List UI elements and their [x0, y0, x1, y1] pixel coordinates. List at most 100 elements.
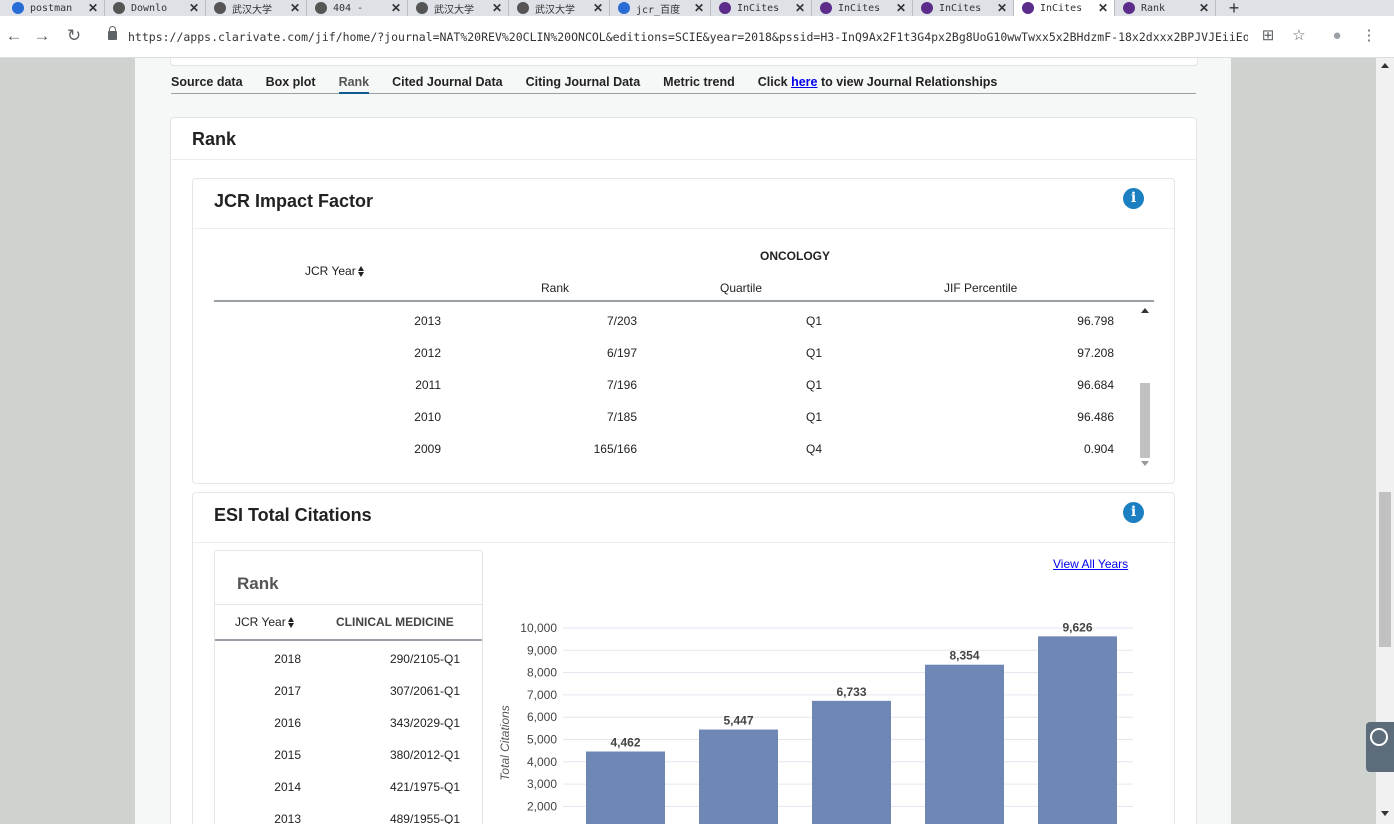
jcr-table-scrollbar[interactable] — [1138, 304, 1152, 472]
close-icon[interactable]: ✕ — [793, 1, 807, 15]
star-icon[interactable]: ☆ — [1289, 26, 1309, 46]
esi-title: ESI Total Citations i — [193, 493, 1174, 543]
tab-favicon-icon — [921, 2, 933, 14]
jcr-year-header[interactable]: JCR Year — [305, 264, 365, 278]
view-all-years-link[interactable]: View All Years — [1053, 557, 1128, 571]
jcr-cell-year: 2009 — [414, 442, 441, 456]
menu-icon[interactable]: ⋮ — [1359, 26, 1379, 46]
sort-icon[interactable] — [287, 617, 295, 629]
browser-tab[interactable]: Downlo ✕ — [105, 0, 206, 16]
tab-rank[interactable]: Rank — [338, 75, 370, 94]
jcr-cell-rank: 7/196 — [606, 378, 637, 392]
esi-cell-rank: 307/2061-Q1 — [389, 684, 460, 698]
tab-source-data[interactable]: Source data — [171, 75, 243, 93]
table-row: 2011 7/196 Q1 96.684 — [214, 368, 1134, 400]
close-icon[interactable]: ✕ — [995, 1, 1009, 15]
close-icon[interactable]: ✕ — [389, 1, 403, 15]
jcr-cell-percentile: 96.684 — [1077, 378, 1114, 392]
page-body: Source data Box plot Rank Cited Journal … — [135, 58, 1231, 824]
table-row: 2015 380/2012-Q1 — [215, 738, 482, 770]
jcr-title-text: JCR Impact Factor — [214, 191, 374, 211]
scroll-up-icon[interactable] — [1141, 308, 1149, 313]
tab-title: Downlo — [131, 2, 168, 14]
jcr-year-label: JCR Year — [305, 264, 356, 278]
esi-category-header: CLINICAL MEDICINE — [336, 615, 454, 629]
close-icon[interactable]: ✕ — [288, 1, 302, 15]
info-icon[interactable]: i — [1123, 502, 1144, 523]
browser-tab[interactable]: Rank ✕ — [1115, 0, 1216, 16]
y-tick-label: 6,000 — [527, 710, 557, 724]
close-icon[interactable]: ✕ — [591, 1, 605, 15]
click-prefix: Click — [757, 75, 792, 89]
info-icon[interactable]: i — [1123, 188, 1144, 209]
page-scroll-up-icon[interactable] — [1381, 63, 1389, 68]
jcr-category-header: ONCOLOGY — [760, 249, 831, 263]
browser-tab[interactable]: InCites ✕ — [812, 0, 913, 16]
browser-tab[interactable]: InCites ✕ — [711, 0, 812, 16]
y-tick-label: 5,000 — [527, 733, 557, 747]
browser-tab[interactable]: 武汉大学 ✕ — [509, 0, 610, 16]
browser-tab[interactable]: jcr_百度 ✕ — [610, 0, 711, 16]
jcr-rank-header: Rank — [541, 281, 570, 295]
bar — [699, 729, 778, 824]
journal-relationships-link[interactable]: here — [791, 75, 817, 89]
browser-tab[interactable]: InCites ✕ — [913, 0, 1014, 16]
y-tick-label: 9,000 — [527, 643, 557, 657]
tab-title: 武汉大学 — [434, 4, 474, 16]
esi-cell-year: 2018 — [274, 652, 301, 666]
sort-icon[interactable] — [357, 266, 365, 278]
esi-cell-year: 2013 — [274, 812, 301, 824]
tab-citing-journal-data[interactable]: Citing Journal Data — [526, 75, 641, 93]
close-icon[interactable]: ✕ — [692, 1, 706, 15]
tab-box-plot[interactable]: Box plot — [266, 75, 316, 93]
jcr-title: JCR Impact Factor i — [193, 179, 1174, 229]
close-icon[interactable]: ✕ — [1096, 1, 1110, 15]
browser-tab[interactable]: 武汉大学 ✕ — [408, 0, 509, 16]
close-icon[interactable]: ✕ — [894, 1, 908, 15]
esi-year-header[interactable]: JCR Year — [235, 615, 295, 629]
close-icon[interactable]: ✕ — [86, 1, 100, 15]
tab-metric-trend[interactable]: Metric trend — [663, 75, 735, 93]
esi-rank-header: JCR Year CLINICAL MEDICINE — [215, 604, 482, 641]
profile-icon[interactable]: ● — [1327, 26, 1347, 46]
page-scrollbar[interactable] — [1376, 58, 1394, 824]
browser-tab[interactable]: InCites ✕ — [1014, 0, 1115, 16]
bar — [925, 664, 1004, 824]
tab-title: InCites — [838, 2, 881, 14]
esi-cell-year: 2017 — [274, 684, 301, 698]
address-bar[interactable]: https://apps.clarivate.com/jif/home/?jou… — [128, 30, 1248, 44]
jcr-percentile-header: JIF Percentile — [944, 281, 1018, 295]
tab-title: InCites — [737, 2, 780, 14]
table-row: 2018 290/2105-Q1 — [215, 642, 482, 674]
close-icon[interactable]: ✕ — [187, 1, 201, 15]
jcr-cell-quartile: Q1 — [805, 314, 822, 328]
close-icon[interactable]: ✕ — [490, 1, 504, 15]
browser-tab[interactable]: postman ✕ — [4, 0, 105, 16]
y-tick-label: 10,000 — [520, 621, 557, 635]
browser-tab-bar: postman ✕ Downlo ✕ 武汉大学 ✕ 404 - ✕ 武汉大学 ✕ 武汉大学 ✕ jcr… — [0, 0, 1394, 16]
back-icon[interactable]: ← — [2, 24, 26, 48]
lock-icon — [108, 26, 117, 40]
jcr-cell-year: 2013 — [414, 314, 441, 328]
new-tab-button[interactable]: + — [1224, 0, 1244, 16]
browser-tab[interactable]: 404 - ✕ — [307, 0, 408, 16]
esi-cell-rank: 290/2105-Q1 — [389, 652, 460, 666]
translate-icon[interactable]: ⊞ — [1258, 26, 1278, 46]
y-tick-label: 7,000 — [527, 688, 557, 702]
reload-icon[interactable]: ↻ — [62, 24, 86, 48]
jcr-cell-rank: 6/197 — [606, 346, 637, 360]
forward-icon[interactable]: → — [30, 24, 54, 48]
page-scroll-thumb[interactable] — [1379, 492, 1391, 647]
jcr-cell-percentile: 97.208 — [1077, 346, 1114, 360]
jcr-cell-year: 2010 — [414, 410, 441, 424]
tab-favicon-icon — [1123, 2, 1135, 14]
tab-cited-journal-data[interactable]: Cited Journal Data — [392, 75, 502, 93]
page-scroll-down-icon[interactable] — [1381, 811, 1389, 816]
browser-tab[interactable]: 武汉大学 ✕ — [206, 0, 307, 16]
scroll-down-icon[interactable] — [1141, 461, 1149, 466]
scroll-thumb[interactable] — [1140, 383, 1150, 458]
close-icon[interactable]: ✕ — [1197, 1, 1211, 15]
bar — [586, 751, 665, 824]
side-widget-icon[interactable] — [1366, 722, 1394, 772]
tab-title: 武汉大学 — [535, 4, 575, 16]
